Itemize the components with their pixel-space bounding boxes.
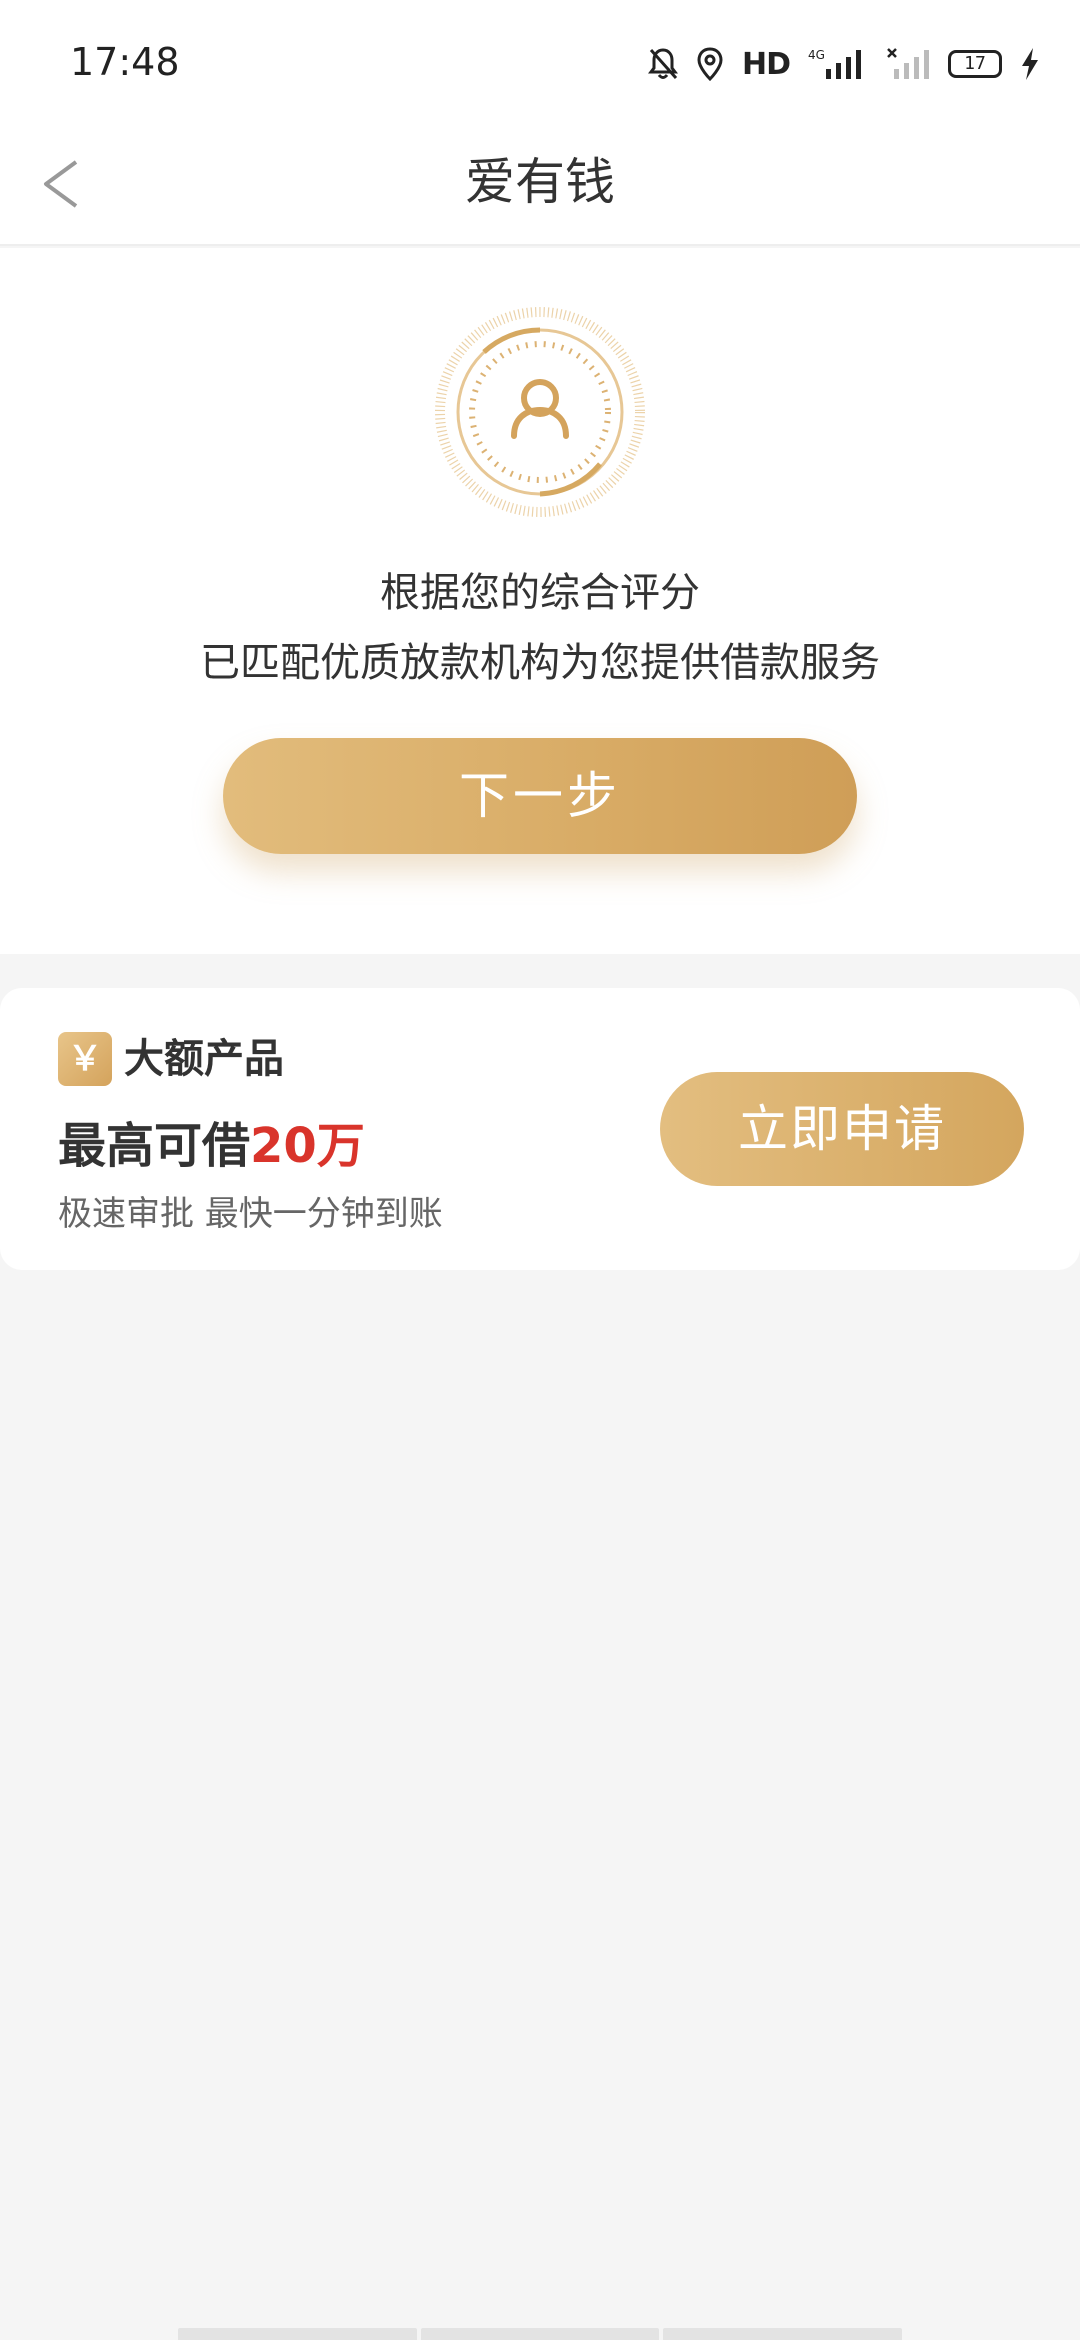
page-title: 爱有钱 [465,153,615,211]
home-indicator-segment [420,2328,660,2340]
svg-text:4G: 4G [808,48,825,62]
status-icons: HD 4G 17 [647,44,1040,84]
product-tag: 大额产品 [124,1036,284,1082]
status-time: 17:48 [70,40,180,84]
next-step-button[interactable]: 下一步 [223,738,857,854]
hd-icon: HD [741,46,791,82]
charging-icon [1020,47,1040,81]
signal-4g-icon: 4G [808,47,868,81]
product-subtitle: 极速审批 最快一分钟到账 [58,1194,443,1234]
max-loan-amount: 20万 [250,1118,365,1174]
home-indicator-segment [178,2328,417,2340]
user-dial-icon [434,306,646,518]
apply-now-button[interactable]: 立即申请 [660,1072,1024,1186]
battery-icon: 17 [948,50,1002,78]
max-loan-line: 最高可借20万 [58,1106,365,1176]
match-result-section: 根据您的综合评分 已匹配优质放款机构为您提供借款服务 下一步 [0,248,1080,954]
max-loan-prefix: 最高可借 [58,1118,251,1174]
yen-badge-icon: ￥ [58,1032,112,1086]
signal-noservice-icon [886,47,930,81]
nav-bar: 爱有钱 [0,120,1080,246]
home-indicator [178,2328,903,2340]
hero-line-2: 已匹配优质放款机构为您提供借款服务 [200,640,880,686]
location-icon [696,47,724,81]
product-card[interactable]: ￥ 大额产品 最高可借20万 极速审批 最快一分钟到账 立即申请 [0,988,1080,1270]
hero-line-1: 根据您的综合评分 [380,570,700,616]
bell-off-icon [647,47,678,81]
status-bar: 17:48 HD 4G 17 [0,0,1080,120]
home-indicator-segment [663,2328,903,2340]
